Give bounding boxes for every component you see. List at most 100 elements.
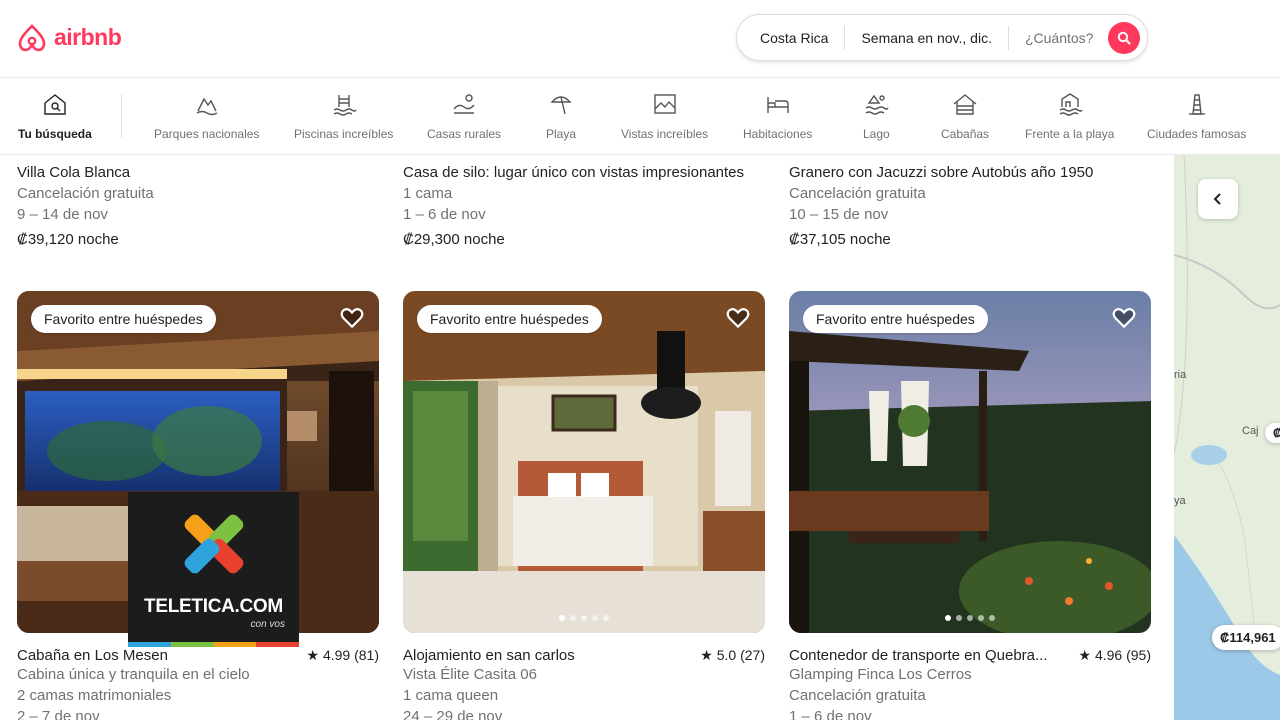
listing-photo[interactable]: Favorito entre huéspedes: [789, 291, 1151, 633]
listing-detail: 1 cama: [403, 185, 453, 202]
brand-name: airbnb: [54, 23, 122, 50]
listing-title: Contenedor de transporte en Quebra...: [789, 647, 1048, 664]
price-amount: ₡29,300: [403, 231, 460, 248]
listing-card[interactable]: Villa Cola Blanca Cancelación gratuita 9…: [17, 162, 379, 248]
beach-umbrella-icon: [550, 96, 572, 115]
category-piscinas[interactable]: Piscinas increíbles: [294, 91, 393, 141]
guest-favorite-badge: Favorito entre huéspedes: [803, 305, 988, 333]
map-collapse-button[interactable]: [1198, 179, 1238, 219]
carousel-dot[interactable]: [945, 615, 951, 621]
category-frente-playa[interactable]: Frente a la playa: [1025, 91, 1114, 141]
photo-carousel-dots[interactable]: [559, 615, 609, 621]
listing-price: ₡39,120 noche: [17, 231, 379, 248]
teletica-watermark: TELETICA.COM con vos: [128, 492, 299, 647]
category-casas-rurales[interactable]: Casas rurales: [427, 91, 501, 141]
beachfront-icon: [1059, 93, 1083, 116]
heart-icon[interactable]: [339, 305, 365, 331]
listing-card[interactable]: Casa de silo: lugar único con vistas imp…: [403, 162, 765, 248]
category-ciudades[interactable]: Ciudades famosas: [1147, 91, 1246, 141]
rating-value: 4.99 (81): [322, 647, 379, 663]
category-label: Frente a la playa: [1025, 127, 1115, 141]
listing-price: ₡29,300 noche: [403, 231, 765, 248]
star-icon: ★: [700, 647, 713, 663]
listing-price: ₡37,105 noche: [789, 231, 1151, 248]
listing-card[interactable]: Alojamiento en san carlos ★ 5.0 (27) Vis…: [403, 647, 765, 720]
category-label: Playa: [546, 127, 577, 141]
category-vistas[interactable]: Vistas increíbles: [621, 91, 708, 141]
listing-subtitle: Granero con Jacuzzi sobre Autobús año 19…: [789, 164, 1094, 181]
carousel-dot[interactable]: [989, 615, 995, 621]
search-icon: [1117, 31, 1131, 45]
category-lago[interactable]: Lago: [863, 91, 890, 141]
listing-card[interactable]: Contenedor de transporte en Quebra... ★ …: [789, 647, 1151, 720]
map-place-label: Caj: [1242, 425, 1259, 437]
map-price-marker[interactable]: ₡114,961: [1212, 625, 1280, 650]
bed-icon: [766, 97, 789, 113]
top-header: airbnb Costa Rica Semana en nov., dic. ¿…: [0, 0, 1280, 78]
price-amount: ₡37,105: [789, 231, 846, 248]
carousel-dot[interactable]: [956, 615, 962, 621]
listing-card[interactable]: Granero con Jacuzzi sobre Autobús año 19…: [789, 162, 1151, 248]
guest-favorite-badge: Favorito entre huéspedes: [417, 305, 602, 333]
listing-rating: ★ 4.96 (95): [1079, 647, 1152, 664]
category-label: Casas rurales: [427, 127, 502, 141]
carousel-dot[interactable]: [967, 615, 973, 621]
map-price-marker-partial[interactable]: ₡3: [1265, 423, 1280, 443]
watermark-color-bar: [128, 642, 299, 647]
listing-detail: Cancelación gratuita: [789, 185, 926, 202]
map-panel[interactable]: ria Caj ya ₡3 ₡114,961: [1174, 155, 1280, 720]
category-label: Habitaciones: [743, 127, 813, 141]
category-separator: [121, 94, 122, 138]
city-icon: [1188, 94, 1205, 115]
heart-icon[interactable]: [725, 305, 751, 331]
listing-subtitle: Vista Élite Casita 06: [403, 666, 537, 683]
photo-carousel-dots[interactable]: [945, 615, 995, 621]
listing-detail: Cancelación gratuita: [17, 185, 154, 202]
category-playa[interactable]: Playa: [546, 91, 576, 141]
category-label: Lago: [863, 127, 890, 141]
airbnb-logo[interactable]: airbnb: [16, 20, 122, 54]
listing-dates: 2 – 7 de nov: [17, 708, 100, 720]
carousel-dot[interactable]: [570, 615, 576, 621]
countryside-icon: [453, 94, 475, 114]
national-park-icon: [196, 97, 218, 116]
listing-title: Cabaña en Los Mesen: [17, 647, 168, 664]
category-habitaciones[interactable]: Habitaciones: [743, 91, 812, 141]
listing-dates: 10 – 15 de nov: [789, 206, 889, 223]
listing-detail: 2 camas matrimoniales: [17, 687, 172, 704]
carousel-dot[interactable]: [559, 615, 565, 621]
category-cabanas[interactable]: Cabañas: [941, 91, 989, 141]
category-tu-busqueda[interactable]: Tu búsqueda: [18, 91, 92, 141]
search-button[interactable]: [1108, 22, 1140, 54]
category-parques-nacionales[interactable]: Parques nacionales: [154, 91, 259, 141]
search-bar[interactable]: Costa Rica Semana en nov., dic. ¿Cuántos…: [736, 14, 1148, 61]
heart-icon[interactable]: [1111, 305, 1137, 331]
container-terrace-image: [789, 291, 1151, 633]
price-unit: noche: [849, 231, 891, 248]
category-bar: Tu búsqueda Parques nacionales Piscinas …: [0, 79, 1280, 155]
listing-dates: 1 – 6 de nov: [789, 708, 872, 720]
bedroom-image: [403, 291, 765, 633]
carousel-dot[interactable]: [581, 615, 587, 621]
listing-card[interactable]: Cabaña en Los Mesen ★ 4.99 (81) Cabina ú…: [17, 647, 379, 720]
listing-subtitle: Casa de silo: lugar único con vistas imp…: [403, 164, 745, 181]
rating-value: 5.0 (27): [716, 647, 765, 663]
listing-subtitle: Villa Cola Blanca: [17, 164, 131, 181]
carousel-dot[interactable]: [592, 615, 598, 621]
lake-icon: [865, 94, 889, 115]
listing-rating: ★ 4.99 (81): [307, 647, 380, 664]
listing-dates: 9 – 14 de nov: [17, 206, 108, 223]
chevron-left-icon: [1213, 193, 1221, 205]
price-unit: noche: [463, 231, 505, 248]
carousel-dot[interactable]: [978, 615, 984, 621]
teletica-logo-icon: [184, 514, 244, 574]
airbnb-logo-icon: [18, 24, 46, 52]
carousel-dot[interactable]: [603, 615, 609, 621]
home-search-icon: [44, 94, 66, 115]
watermark-tagline: con vos: [250, 619, 285, 630]
category-label: Parques nacionales: [154, 127, 260, 141]
search-dates[interactable]: Semana en nov., dic.: [845, 30, 1007, 46]
search-location[interactable]: Costa Rica: [737, 30, 844, 46]
listing-photo[interactable]: Favorito entre huéspedes: [403, 291, 765, 633]
search-guests[interactable]: ¿Cuántos?: [1009, 30, 1109, 46]
